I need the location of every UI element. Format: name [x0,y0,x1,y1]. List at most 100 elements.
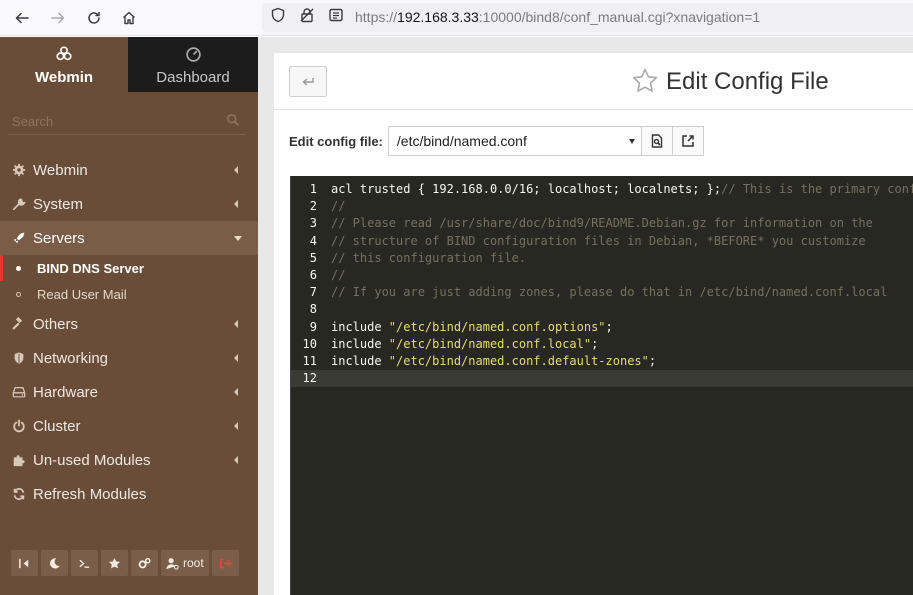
code-token: // If you are just adding zones, please … [331,285,888,299]
sidebar-item-networking[interactable]: Networking [0,341,258,375]
code-text: acl trusted { 192.168.0.0/16; localhost;… [331,181,913,198]
reload-icon[interactable] [83,7,105,29]
code-text: // structure of BIND configuration files… [331,233,866,250]
logout-button[interactable] [211,550,239,576]
refresh-icon [12,487,26,501]
caret-down-icon [234,236,242,241]
code-editor[interactable]: 1 acl trusted { 192.168.0.0/16; localhost… [290,176,913,595]
url-text[interactable]: https://192.168.3.33:10000/bind8/conf_ma… [355,9,760,25]
code-token: ; [605,320,613,334]
tab-dashboard[interactable]: Dashboard [128,37,258,92]
panel-header: Edit Config File [274,53,913,110]
caret-left-icon [234,456,238,464]
home-icon[interactable] [118,7,140,29]
sidebar-item-cluster[interactable]: Cluster [0,409,258,443]
line-number: 7 [309,285,317,299]
night-mode-button[interactable] [41,550,68,576]
sidebar-subitem-read-user-mail[interactable]: Read User Mail [0,281,258,307]
sidebar-item-label: Hardware [33,383,99,401]
code-text: // [331,198,345,215]
sidebar-item-system[interactable]: System [0,187,258,221]
sidebar-item-label: System [33,195,84,213]
code-text: // this configuration file. [331,250,526,267]
rocket-icon [12,231,26,245]
line-number: 12 [302,371,317,385]
code-line[interactable]: 5 // this configuration file. [291,250,913,267]
code-line[interactable]: 2 // [291,198,913,215]
open-external-button[interactable] [671,126,704,156]
code-token: include [331,320,389,334]
config-file-select[interactable]: /etc/bind/named.conf [387,126,642,156]
favorite-star-icon[interactable] [631,67,659,95]
sidebar-item-webmin[interactable]: Webmin [0,153,258,187]
sidebar-item-label: Servers [33,229,85,247]
forward-arrow-icon[interactable] [47,7,69,29]
code-text: include "/etc/bind/named.conf.options"; [331,319,613,336]
tab-webmin-label: Webmin [34,69,94,86]
line-number: 5 [309,251,317,265]
sidebar-subitem-bind-dns-server[interactable]: BIND DNS Server [0,255,258,281]
sidebar-item-un-used-modules[interactable]: Un-used Modules [0,443,258,477]
webmin-logo-icon [55,44,73,64]
code-line[interactable]: 6 // [291,267,913,284]
code-line[interactable]: 8 [291,301,913,318]
user-label: root [183,556,204,570]
sidebar-item-label: Refresh Modules [33,485,147,503]
file-label: Edit config file: [289,133,383,149]
sidebar-subitem-label: BIND DNS Server [37,260,144,276]
page-title: Edit Config File [666,68,829,95]
code-token: include [331,354,389,368]
insecure-lock-icon[interactable] [299,7,315,28]
sidebar-subitem-label: Read User Mail [37,286,127,302]
code-text: include "/etc/bind/named.conf.default-zo… [331,353,656,370]
theme-config-button[interactable] [131,550,158,576]
line-number: 6 [309,268,317,282]
line-number: 9 [309,320,317,334]
code-token: ; [648,354,657,368]
line-number: 1 [309,182,317,196]
code-text: // Please read /usr/share/doc/bind9/READ… [331,215,873,232]
search-icon[interactable] [226,113,240,127]
hdd-icon [12,385,26,399]
tab-webmin[interactable]: Webmin [0,37,128,92]
back-arrow-icon[interactable] [11,7,33,29]
reader-view-icon[interactable] [328,7,344,28]
sidebar-item-refresh-modules[interactable]: Refresh Modules [0,477,258,511]
code-line[interactable]: 4 // structure of BIND configuration file… [291,233,913,250]
view-file-button[interactable] [640,126,673,156]
line-number: 2 [309,199,317,213]
sidebar-item-label: Webmin [33,161,88,179]
sidebar-bottom-toolbar: root [11,550,239,576]
favorites-button[interactable] [101,550,128,576]
code-line[interactable]: 11 include "/etc/bind/named.conf.default-… [291,353,913,370]
user-button[interactable]: root [161,550,209,576]
tracking-shield-icon[interactable] [270,7,286,28]
code-line[interactable]: 9 include "/etc/bind/named.conf.options"; [291,319,913,336]
dropdown-arrow-icon [628,139,635,144]
return-button[interactable] [289,66,327,97]
search-box [8,107,246,135]
code-token: // this configuration file. [331,251,527,265]
code-line[interactable]: 3 // Please read /usr/share/doc/bind9/REA… [291,215,913,232]
code-token: include [331,337,389,351]
terminal-button[interactable] [71,550,98,576]
code-line[interactable]: 12 [291,370,913,387]
file-selector-row: Edit config file: /etc/bind/named.conf [289,126,704,156]
bullet-icon [16,292,21,297]
collapse-sidebar-button[interactable] [11,550,38,576]
sidebar-item-servers[interactable]: Servers [0,221,258,255]
code-text: include "/etc/bind/named.conf.local"; [331,336,598,353]
search-input[interactable] [12,111,212,131]
code-line[interactable]: 1 acl trusted { 192.168.0.0/16; localhost… [291,181,913,198]
code-text: // [331,267,345,284]
sidebar-item-others[interactable]: Others [0,307,258,341]
sidebar-item-hardware[interactable]: Hardware [0,375,258,409]
sidebar-item-label: Un-used Modules [33,451,151,469]
code-token: "/etc/bind/named.conf.default-zones" [388,354,649,368]
main-content: Edit Config File Edit config file: /etc/… [258,37,913,595]
code-token: // [331,268,346,282]
file-search-icon [651,134,663,148]
code-line[interactable]: 7 // If you are just adding zones, please… [291,284,913,301]
code-line[interactable]: 10 include "/etc/bind/named.conf.local"; [291,336,913,353]
cogs-icon [138,557,151,568]
